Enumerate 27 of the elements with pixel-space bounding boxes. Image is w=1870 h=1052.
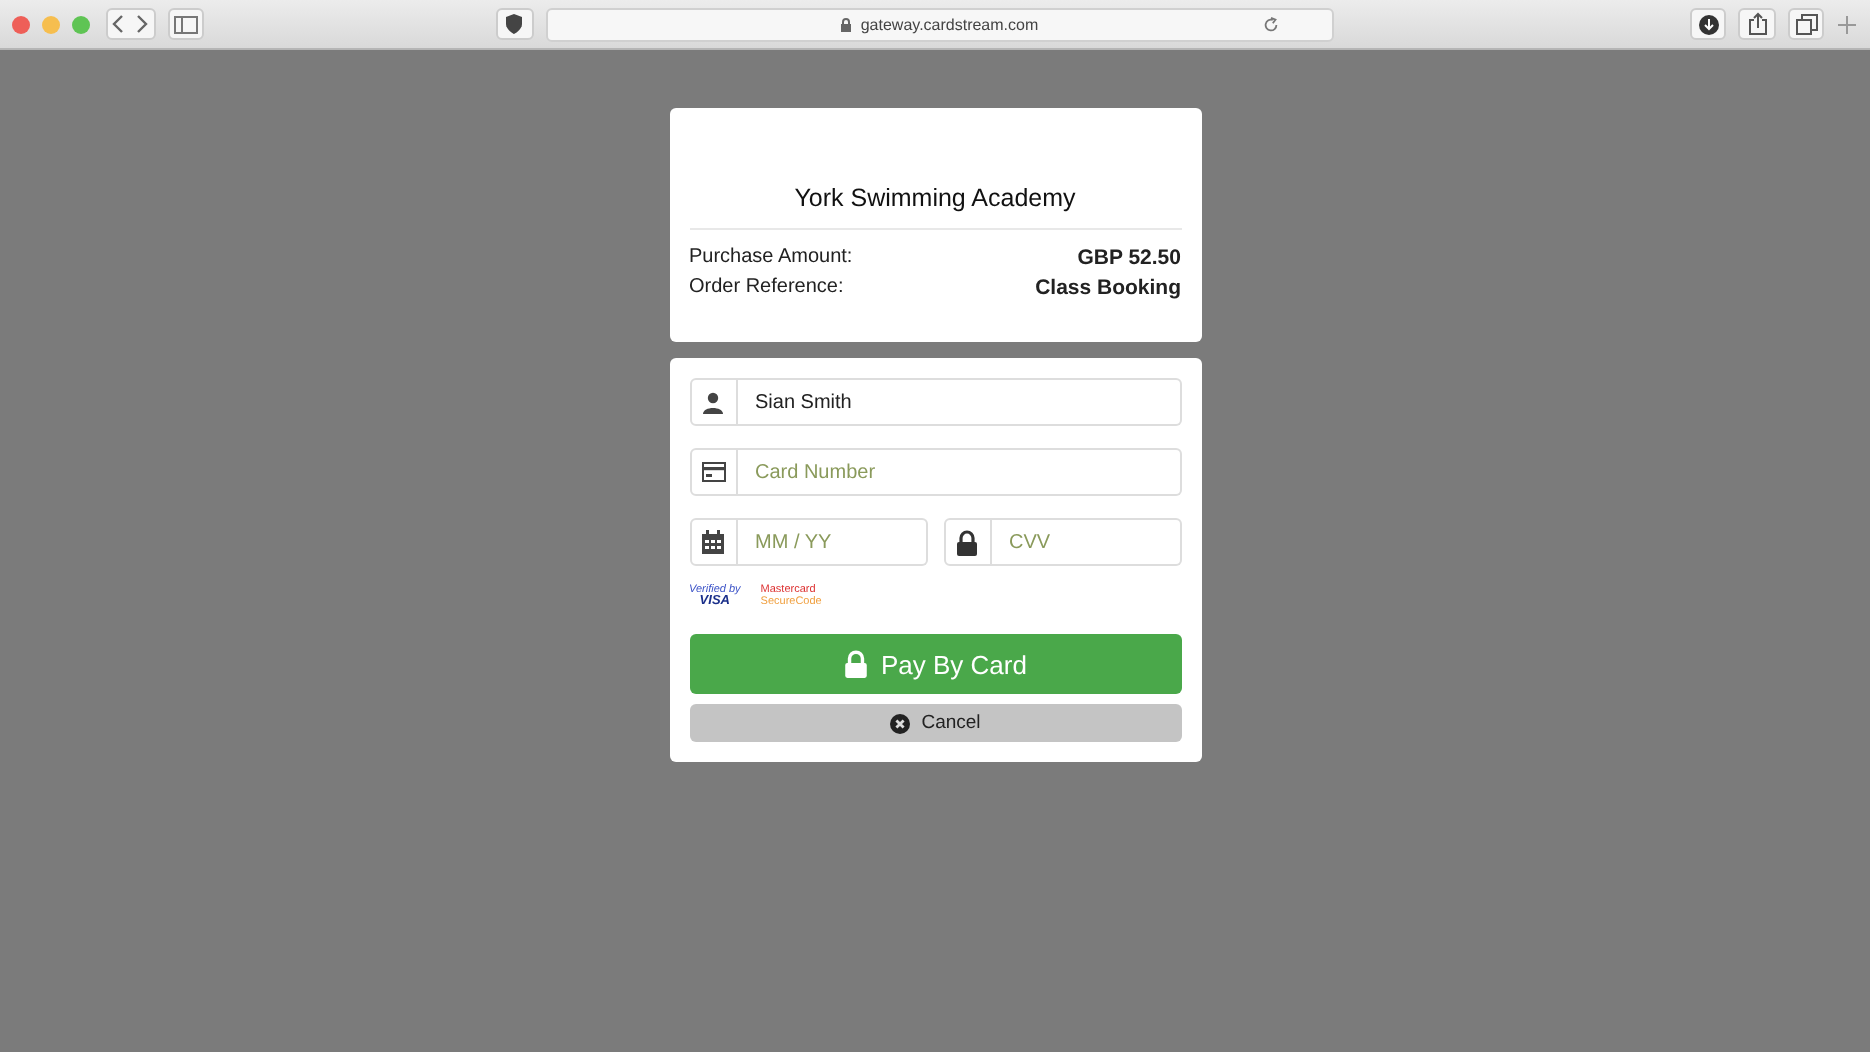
merchant-name: York Swimming Academy [792,184,1078,216]
person-icon [702,391,724,413]
summary-value: Class Booking [1035,276,1181,300]
input-field[interactable]: MM / YY [737,518,927,566]
sidebar-icon[interactable] [167,8,205,40]
reload-icon[interactable] [1261,15,1280,33]
summary-label: Purchase Amount: [689,246,853,270]
close-window-icon[interactable] [12,15,30,33]
download-icon[interactable] [1689,8,1727,40]
input-field[interactable]: Sian Smith [737,378,1181,426]
input-field[interactable]: Card Number [737,448,1181,496]
privacy-shield-icon[interactable] [496,8,534,40]
summary-label: Order Reference: [689,276,844,300]
cancel-button[interactable]: Cancel [689,704,1181,742]
summary-value: GBP 52.50 [1077,246,1181,270]
back-forward-buttons[interactable] [106,8,156,40]
address-bar[interactable]: gateway.cardstream.com [545,7,1334,41]
input-field[interactable]: CVV [991,518,1181,566]
share-icon[interactable] [1738,8,1776,40]
close-icon [889,713,910,733]
calendar-icon [702,530,724,554]
credit-card-icon [701,462,725,482]
url-text: gateway.cardstream.com [860,15,1039,33]
tabs-icon[interactable] [1787,8,1825,40]
padlock-icon [956,529,978,555]
lock-icon [840,17,853,31]
padlock-icon [843,650,867,678]
